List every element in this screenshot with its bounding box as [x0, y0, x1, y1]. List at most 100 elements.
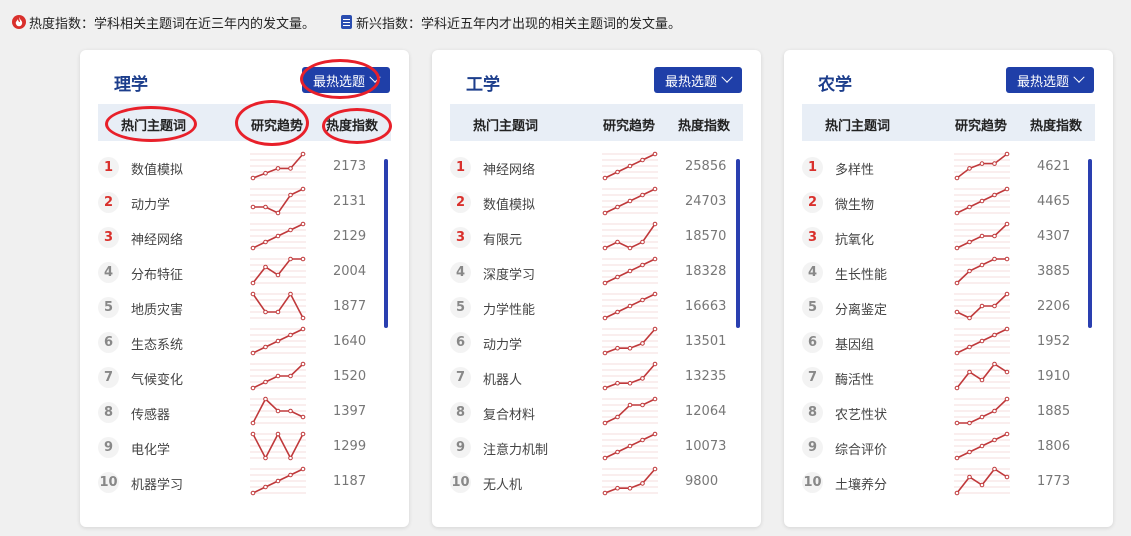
topic-keyword[interactable]: 注意力机制: [483, 439, 548, 458]
topic-keyword[interactable]: 微生物: [835, 194, 874, 213]
topic-keyword[interactable]: 土壤养分: [835, 474, 887, 493]
topic-keyword[interactable]: 农艺性状: [835, 404, 887, 423]
topic-row[interactable]: 10 土壤养分 1773: [802, 466, 1095, 504]
topic-keyword[interactable]: 基因组: [835, 334, 874, 353]
topic-row[interactable]: 5 分离鉴定 2206: [802, 291, 1095, 329]
topic-row[interactable]: 10 无人机 9800: [450, 466, 743, 504]
topic-keyword[interactable]: 机器人: [483, 369, 522, 388]
topic-row[interactable]: 10 机器学习 1187: [98, 466, 391, 504]
topic-keyword[interactable]: 多样性: [835, 159, 874, 178]
topic-row[interactable]: 4 生长性能 3885: [802, 256, 1095, 294]
topic-row[interactable]: 2 数值模拟 24703: [450, 186, 743, 224]
topic-keyword[interactable]: 神经网络: [483, 159, 535, 178]
heat-value: 13235: [685, 369, 727, 384]
sparkline-point: [275, 408, 281, 414]
trend-sparkline: [250, 291, 306, 321]
rank-badge: 4: [98, 262, 119, 283]
topic-row[interactable]: 2 微生物 4465: [802, 186, 1095, 224]
sparkline-point: [652, 186, 658, 192]
topic-row[interactable]: 8 传感器 1397: [98, 396, 391, 434]
topic-keyword[interactable]: 动力学: [483, 334, 522, 353]
topic-keyword[interactable]: 数值模拟: [131, 159, 183, 178]
topic-keyword[interactable]: 数值模拟: [483, 194, 535, 213]
trend-sparkline: [250, 186, 306, 216]
topic-keyword[interactable]: 气候变化: [131, 369, 183, 388]
topic-row[interactable]: 7 气候变化 1520: [98, 361, 391, 399]
topic-row[interactable]: 8 农艺性状 1885: [802, 396, 1095, 434]
topic-keyword[interactable]: 无人机: [483, 474, 522, 493]
sparkline-point: [967, 166, 972, 171]
sparkline-point: [300, 221, 306, 227]
topic-row[interactable]: 5 地质灾害 1877: [98, 291, 391, 329]
topic-row[interactable]: 6 基因组 1952: [802, 326, 1095, 364]
topic-row[interactable]: 1 多样性 4621: [802, 151, 1095, 189]
sparkline-point: [615, 380, 620, 386]
rank-badge: 6: [450, 332, 471, 353]
sparkline-point: [288, 332, 293, 338]
heat-value: 2129: [333, 229, 367, 244]
sparkline-point: [652, 151, 658, 157]
topic-keyword[interactable]: 综合评价: [835, 439, 887, 458]
sparkline-point: [979, 161, 985, 166]
topic-keyword[interactable]: 复合材料: [483, 404, 535, 423]
topic-row[interactable]: 8 复合材料 12064: [450, 396, 743, 434]
sparkline-point: [275, 309, 281, 315]
topic-row[interactable]: 1 神经网络 25856: [450, 151, 743, 189]
legend: 热度指数：学科相关主题词在近三年内的发文量。 新兴指数：学科近五年内才出现的相关…: [12, 12, 681, 32]
sparkline-point: [652, 396, 658, 402]
hot-topic-dropdown[interactable]: 最热选题: [302, 67, 390, 93]
hot-topic-label: 最热选题: [664, 74, 717, 90]
sparkline-point: [288, 455, 293, 461]
topic-row[interactable]: 9 注意力机制 10073: [450, 431, 743, 469]
topic-row[interactable]: 3 有限元 18570: [450, 221, 743, 259]
topic-row[interactable]: 3 神经网络 2129: [98, 221, 391, 259]
topic-row[interactable]: 7 酶活性 1910: [802, 361, 1095, 399]
sparkline-point: [979, 262, 985, 268]
scrollbar[interactable]: [384, 159, 388, 328]
topic-row[interactable]: 9 综合评价 1806: [802, 431, 1095, 469]
topic-keyword[interactable]: 机器学习: [131, 474, 183, 493]
topic-row[interactable]: 4 分布特征 2004: [98, 256, 391, 294]
heat-value: 1773: [1037, 474, 1071, 489]
topic-keyword[interactable]: 地质灾害: [131, 299, 183, 318]
topic-keyword[interactable]: 抗氧化: [835, 229, 874, 248]
trend-sparkline: [954, 326, 1010, 356]
topic-row[interactable]: 1 数值模拟 2173: [98, 151, 391, 189]
topic-keyword[interactable]: 神经网络: [131, 229, 183, 248]
topic-keyword[interactable]: 酶活性: [835, 369, 874, 388]
sparkline-point: [615, 274, 620, 280]
topic-row[interactable]: 4 深度学习 18328: [450, 256, 743, 294]
topic-row[interactable]: 6 生态系统 1640: [98, 326, 391, 364]
topic-row[interactable]: 7 机器人 13235: [450, 361, 743, 399]
topic-keyword[interactable]: 电化学: [131, 439, 170, 458]
topic-keyword[interactable]: 生长性能: [835, 264, 887, 283]
sparkline-point: [967, 474, 972, 480]
topic-keyword[interactable]: 生态系统: [131, 334, 183, 353]
topic-keyword[interactable]: 动力学: [131, 194, 170, 213]
hot-topic-dropdown[interactable]: 最热选题: [654, 67, 742, 93]
scrollbar[interactable]: [1088, 159, 1092, 328]
topic-row[interactable]: 9 电化学 1299: [98, 431, 391, 469]
fire-icon: [12, 15, 26, 29]
sparkline-point: [640, 239, 645, 245]
topic-keyword[interactable]: 深度学习: [483, 264, 535, 283]
scrollbar[interactable]: [736, 159, 740, 328]
sparkline-point: [602, 210, 608, 216]
topic-keyword[interactable]: 力学性能: [483, 299, 535, 318]
topic-keyword[interactable]: 有限元: [483, 229, 522, 248]
rank-badge: 10: [450, 472, 471, 493]
hot-topic-dropdown[interactable]: 最热选题: [1006, 67, 1094, 93]
heat-value: 1910: [1037, 369, 1071, 384]
rank-badge: 8: [98, 402, 119, 423]
topic-row[interactable]: 6 动力学 13501: [450, 326, 743, 364]
topic-row[interactable]: 2 动力学 2131: [98, 186, 391, 224]
topic-keyword[interactable]: 传感器: [131, 404, 170, 423]
heat-value: 12064: [685, 404, 727, 419]
topic-keyword[interactable]: 分布特征: [131, 264, 183, 283]
topic-row[interactable]: 3 抗氧化 4307: [802, 221, 1095, 259]
topic-keyword[interactable]: 分离鉴定: [835, 299, 887, 318]
topic-list: 1 数值模拟 2173 2 动力学 2131 3 神经网络 2129 4 分布特征 2004 5 地质灾害…: [98, 151, 391, 504]
heat-value: 2173: [333, 159, 367, 174]
chevron-down-icon: [1073, 71, 1085, 83]
topic-row[interactable]: 5 力学性能 16663: [450, 291, 743, 329]
